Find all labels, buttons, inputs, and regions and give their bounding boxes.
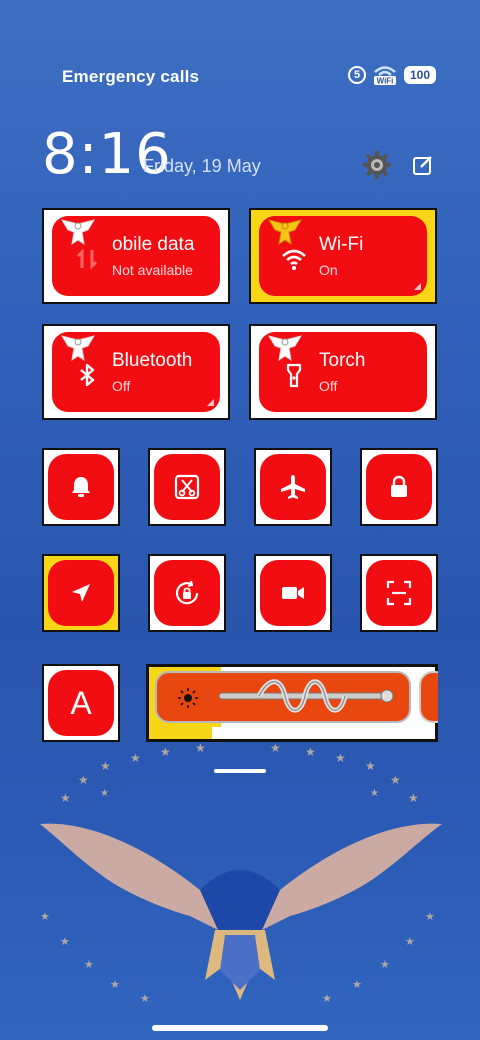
battery-indicator: 100 xyxy=(404,66,436,84)
torch-icon xyxy=(286,363,302,388)
screenshot-icon xyxy=(174,474,200,500)
svg-text:★: ★ xyxy=(160,745,171,759)
lock-screen-toggle[interactable] xyxy=(360,448,438,526)
font-icon: A xyxy=(70,684,92,721)
sim-icon: 5 xyxy=(348,66,366,84)
wifi-status: On xyxy=(319,262,338,278)
gear-icon xyxy=(363,151,391,179)
screen-record-toggle[interactable] xyxy=(254,554,332,632)
expand-corner-icon xyxy=(414,283,421,290)
svg-text:★: ★ xyxy=(365,759,376,773)
bluetooth-label: Bluetooth xyxy=(112,350,193,371)
eagle-crest-icon xyxy=(267,335,303,362)
svg-text:★: ★ xyxy=(322,992,332,1005)
svg-text:★: ★ xyxy=(84,958,94,971)
wifi-label: Wi-Fi xyxy=(319,234,364,255)
wifi-icon xyxy=(282,249,306,270)
home-indicator[interactable] xyxy=(152,1025,328,1031)
lock-icon xyxy=(391,475,407,497)
wifi-tile[interactable]: Wi-Fi On xyxy=(249,208,437,304)
eagle-crest-icon xyxy=(267,219,303,246)
screenshot-toggle[interactable] xyxy=(148,448,226,526)
sun-icon xyxy=(178,688,198,708)
mobile-data-status: Not available xyxy=(112,262,193,278)
emergency-calls-label: Emergency calls xyxy=(62,67,200,86)
wifi-badge-text: WiFi xyxy=(377,77,394,86)
airplane-mode-toggle[interactable] xyxy=(254,448,332,526)
svg-text:★: ★ xyxy=(100,788,109,799)
mobile-data-icon xyxy=(76,248,98,270)
bluetooth-status: Off xyxy=(112,378,131,394)
rotation-lock-icon xyxy=(175,580,199,605)
video-icon xyxy=(282,587,304,599)
expand-corner-icon xyxy=(207,399,214,406)
bell-icon xyxy=(72,477,90,497)
slider-next-tile xyxy=(419,671,438,723)
edit-button[interactable] xyxy=(408,150,438,180)
settings-button[interactable] xyxy=(360,148,394,182)
torch-label: Torch xyxy=(319,350,366,371)
scanner-toggle[interactable] xyxy=(360,554,438,632)
svg-text:★: ★ xyxy=(390,773,401,787)
edit-icon xyxy=(413,156,432,175)
torch-tile[interactable]: Torch Off xyxy=(249,324,437,420)
svg-text:★: ★ xyxy=(380,958,390,971)
mobile-data-tile[interactable]: obile data Not available xyxy=(42,208,230,304)
wifi-status-icon: WiFi xyxy=(372,64,398,86)
eagle-wallpaper: ★ ★ ★ ★ ★ ★ ★ ★ ★ ★ ★ ★ ★ ★ ★ ★ ★ ★ ★ ★ … xyxy=(40,741,442,1005)
svg-text:★: ★ xyxy=(195,741,206,755)
mobile-data-label: obile data xyxy=(112,234,195,255)
svg-text:★: ★ xyxy=(270,741,281,755)
location-icon xyxy=(72,584,90,602)
svg-text:★: ★ xyxy=(352,978,362,991)
airplane-icon xyxy=(281,475,305,499)
svg-text:★: ★ xyxy=(60,791,71,805)
clock-time: 8:16 xyxy=(42,122,172,187)
svg-text:★: ★ xyxy=(140,992,150,1005)
svg-text:★: ★ xyxy=(78,773,89,787)
svg-text:★: ★ xyxy=(405,935,415,948)
slider-bottom-band xyxy=(149,727,435,739)
scan-icon xyxy=(386,580,412,606)
eagle-crest-icon xyxy=(60,335,96,362)
date-label: Friday, 19 May xyxy=(143,156,261,176)
brightness-track[interactable] xyxy=(155,671,411,723)
svg-text:★: ★ xyxy=(40,910,50,923)
location-toggle[interactable] xyxy=(42,554,120,632)
eagle-crest-icon xyxy=(60,219,96,246)
svg-text:★: ★ xyxy=(305,745,316,759)
brightness-thumb-graphic xyxy=(219,679,394,713)
svg-text:★: ★ xyxy=(100,759,111,773)
bluetooth-tile[interactable]: Bluetooth Off xyxy=(42,324,230,420)
svg-text:★: ★ xyxy=(60,935,70,948)
svg-text:★: ★ xyxy=(335,751,346,765)
torch-status: Off xyxy=(319,378,338,394)
brightness-slider[interactable] xyxy=(146,664,438,742)
svg-text:★: ★ xyxy=(408,791,419,805)
sound-toggle[interactable] xyxy=(42,448,120,526)
svg-text:★: ★ xyxy=(130,751,141,765)
svg-text:★: ★ xyxy=(425,910,435,923)
svg-text:★: ★ xyxy=(110,978,120,991)
bluetooth-icon xyxy=(80,363,95,387)
svg-text:★: ★ xyxy=(370,788,379,799)
rotation-lock-toggle[interactable] xyxy=(148,554,226,632)
status-icons: 5 WiFi 100 xyxy=(348,64,436,86)
font-size-toggle[interactable]: A xyxy=(42,664,120,742)
